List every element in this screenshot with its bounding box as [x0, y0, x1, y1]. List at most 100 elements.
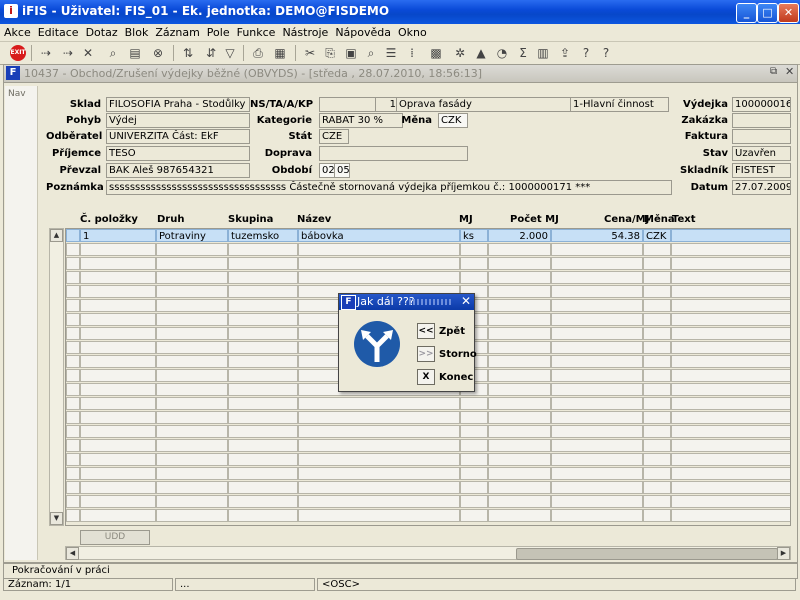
table-cell[interactable]	[671, 299, 790, 312]
table-cell[interactable]: bábovka	[298, 229, 460, 242]
table-cell[interactable]	[460, 411, 488, 424]
table-cell[interactable]	[228, 369, 298, 382]
sum-icon[interactable]: Σ	[515, 45, 531, 61]
table-cell[interactable]	[228, 495, 298, 508]
table-cell[interactable]	[643, 271, 671, 284]
save-icon[interactable]: ⇢	[38, 45, 54, 61]
table-cell[interactable]	[80, 341, 156, 354]
table-cell[interactable]	[551, 285, 643, 298]
table-cell[interactable]	[228, 467, 298, 480]
row-selector[interactable]	[66, 369, 80, 382]
print-preview-icon[interactable]: ▦	[272, 45, 288, 61]
row-selector[interactable]	[66, 383, 80, 396]
table-cell[interactable]	[228, 341, 298, 354]
table-cell[interactable]	[551, 509, 643, 522]
table-cell[interactable]	[551, 481, 643, 494]
field-datum[interactable]: 27.07.2009	[732, 180, 791, 195]
field-prijemce[interactable]: TESO	[106, 146, 250, 161]
zpet-button[interactable]: <<	[417, 323, 435, 339]
table-cell[interactable]	[551, 383, 643, 396]
paste-icon[interactable]: ▣	[343, 45, 359, 61]
table-cell[interactable]	[551, 299, 643, 312]
storno-label[interactable]: Storno	[439, 349, 477, 360]
table-cell[interactable]	[643, 257, 671, 270]
table-cell[interactable]	[551, 369, 643, 382]
table-cell[interactable]	[228, 299, 298, 312]
table-cell[interactable]	[156, 411, 228, 424]
table-cell[interactable]	[460, 439, 488, 452]
table-cell[interactable]	[156, 313, 228, 326]
menu-napoveda[interactable]: Nápověda	[331, 24, 394, 39]
table-cell[interactable]	[460, 453, 488, 466]
field-obdobi-1[interactable]: 02	[319, 163, 335, 178]
table-cell[interactable]	[643, 481, 671, 494]
cancel-query-icon[interactable]: ⊗	[150, 45, 166, 61]
row-selector[interactable]	[66, 229, 80, 242]
menu-akce[interactable]: Akce	[0, 24, 34, 39]
table-cell[interactable]	[80, 299, 156, 312]
menu-nastroje[interactable]: Nástroje	[278, 24, 331, 39]
table-cell[interactable]	[298, 425, 460, 438]
row-selector[interactable]	[66, 439, 80, 452]
table-cell[interactable]	[488, 495, 551, 508]
nav-label[interactable]: Nav	[8, 89, 26, 99]
table-cell[interactable]	[551, 327, 643, 340]
row-selector[interactable]	[66, 425, 80, 438]
table-cell[interactable]	[80, 313, 156, 326]
table-cell[interactable]	[643, 397, 671, 410]
row-selector[interactable]	[66, 509, 80, 522]
columns-icon[interactable]: ⁞	[404, 45, 420, 61]
table-cell[interactable]	[156, 327, 228, 340]
row-selector[interactable]	[66, 313, 80, 326]
scroll-right-icon[interactable]: ▶	[777, 547, 790, 560]
row-selector[interactable]	[66, 243, 80, 256]
table-cell[interactable]	[298, 257, 460, 270]
table-cell[interactable]	[488, 355, 551, 368]
table-row[interactable]	[66, 481, 790, 495]
field-prevzal[interactable]: BAK Aleš 987654321	[106, 163, 250, 178]
field-doprava[interactable]	[319, 146, 468, 161]
row-selector[interactable]	[66, 411, 80, 424]
table-cell[interactable]	[671, 383, 790, 396]
table-cell[interactable]	[156, 271, 228, 284]
export-icon[interactable]: ⇪	[557, 45, 573, 61]
table-row[interactable]	[66, 397, 790, 411]
table-cell[interactable]	[80, 383, 156, 396]
table-cell[interactable]	[80, 411, 156, 424]
table-cell[interactable]	[488, 481, 551, 494]
table-cell[interactable]	[488, 299, 551, 312]
table-cell[interactable]	[643, 243, 671, 256]
table-cell[interactable]	[460, 509, 488, 522]
sort-icon[interactable]: ⇅	[180, 45, 196, 61]
table-cell[interactable]	[643, 341, 671, 354]
row-selector[interactable]	[66, 299, 80, 312]
table-cell[interactable]	[643, 299, 671, 312]
table-cell[interactable]	[488, 467, 551, 480]
minimize-button[interactable]: _	[736, 3, 757, 23]
table-cell[interactable]	[156, 439, 228, 452]
table-cell[interactable]	[156, 509, 228, 522]
table-cell[interactable]	[643, 453, 671, 466]
table-cell[interactable]	[671, 481, 790, 494]
table-cell[interactable]	[298, 439, 460, 452]
table-row[interactable]	[66, 439, 790, 453]
table-cell[interactable]	[80, 243, 156, 256]
table-cell[interactable]: CZK	[643, 229, 671, 242]
field-stav[interactable]: Uzavřen	[732, 146, 791, 161]
nav-panel[interactable]: Nav	[5, 86, 38, 560]
row-selector[interactable]	[66, 355, 80, 368]
table-cell[interactable]	[551, 355, 643, 368]
scroll-up-icon[interactable]: ▲	[50, 229, 63, 242]
scroll-down-icon[interactable]: ▼	[50, 512, 63, 525]
table-cell[interactable]	[298, 467, 460, 480]
table-cell[interactable]	[671, 509, 790, 522]
row-selector[interactable]	[66, 467, 80, 480]
table-cell[interactable]	[228, 383, 298, 396]
table-cell[interactable]	[80, 369, 156, 382]
table-cell[interactable]	[551, 271, 643, 284]
table-row[interactable]	[66, 411, 790, 425]
query-icon[interactable]: ⌕	[105, 45, 121, 61]
menu-blok[interactable]: Blok	[121, 24, 152, 39]
table-cell[interactable]	[551, 257, 643, 270]
menu-zaznam[interactable]: Záznam	[151, 24, 202, 39]
